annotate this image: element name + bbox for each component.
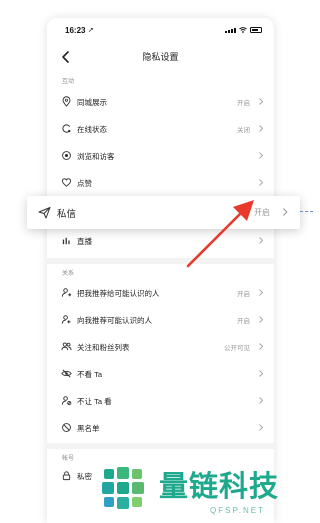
chevron-right-icon xyxy=(259,152,264,159)
row-label: 不让 Ta 看 xyxy=(77,397,112,406)
status-time: 16:23 xyxy=(65,26,86,35)
chevron-right-icon xyxy=(259,98,264,105)
location-icon xyxy=(62,96,71,107)
row-value: 开启 xyxy=(237,318,250,325)
paper-plane-icon xyxy=(38,207,51,219)
blocked-icon xyxy=(62,423,71,432)
row-value: 公开可见 xyxy=(224,345,250,352)
chevron-right-icon xyxy=(259,289,264,296)
row-label: 把我推荐给可能认识的人 xyxy=(77,289,160,298)
eye-off-icon xyxy=(61,369,72,378)
chevron-right-icon xyxy=(259,125,264,132)
chevron-right-icon xyxy=(283,208,288,216)
row-label: 私信 xyxy=(57,209,77,220)
section-label-account: 帐号 xyxy=(62,456,75,462)
users-icon xyxy=(61,342,72,351)
phone-screen: 16:23 ➚ 隐私设置 互动 同城展示 开启 在线状态 关闭 浏览和访客 点赞… xyxy=(47,18,274,523)
row-value: 开启 xyxy=(237,291,250,298)
status-bar: 16:23 ➚ xyxy=(47,18,274,38)
row-recommend-to-me[interactable]: 向我推荐可能认识的人 开启 xyxy=(47,306,274,333)
row-value: 开启 xyxy=(254,208,270,217)
row-label: 同城展示 xyxy=(77,98,107,107)
dashed-connector xyxy=(300,211,313,212)
row-live[interactable]: 直播 xyxy=(47,227,274,254)
row-label: 直播 xyxy=(77,237,92,246)
lock-icon xyxy=(62,471,71,481)
row-label: 向我推荐可能认识的人 xyxy=(77,316,152,325)
page-title: 隐私设置 xyxy=(142,52,179,62)
row-label: 浏览和访客 xyxy=(77,152,115,161)
row-follow-fans-list[interactable]: 关注和粉丝列表 公开可见 xyxy=(47,333,274,360)
brand-logo-icon xyxy=(102,467,144,509)
chevron-right-icon xyxy=(259,343,264,350)
cellular-signal-icon xyxy=(225,28,236,33)
row-dont-see[interactable]: 不看 Ta xyxy=(47,360,274,387)
watermark-domain: QFSP.NET xyxy=(210,506,265,515)
watermark-brand: 量链科技 xyxy=(159,471,280,503)
status-icons xyxy=(225,27,262,33)
section-divider xyxy=(47,258,274,264)
chevron-right-icon xyxy=(259,397,264,404)
row-label: 关注和粉丝列表 xyxy=(77,343,130,352)
user-block-icon xyxy=(61,396,72,406)
row-recommend-me[interactable]: 把我推荐给可能认识的人 开启 xyxy=(47,279,274,306)
row-likes[interactable]: 点赞 xyxy=(47,169,274,196)
recommend-to-me-icon xyxy=(61,315,71,324)
row-online-status[interactable]: 在线状态 关闭 xyxy=(47,115,274,142)
chevron-right-icon xyxy=(259,424,264,431)
section-label-relations: 关系 xyxy=(62,271,75,277)
row-label: 黑名单 xyxy=(77,424,100,433)
live-bars-icon xyxy=(62,237,70,245)
chevron-right-icon xyxy=(259,316,264,323)
chevron-right-icon xyxy=(259,237,264,244)
row-label: 点赞 xyxy=(77,179,92,188)
row-blacklist[interactable]: 黑名单 xyxy=(47,414,274,441)
row-dont-let-see[interactable]: 不让 Ta 看 xyxy=(47,387,274,414)
row-value: 开启 xyxy=(237,100,250,107)
row-label: 私密 xyxy=(77,472,92,481)
battery-icon xyxy=(250,27,262,33)
chevron-right-icon xyxy=(259,370,264,377)
eye-icon xyxy=(62,151,71,160)
nav-bar: 隐私设置 xyxy=(47,46,274,68)
row-label: 在线状态 xyxy=(77,125,107,134)
recommend-user-icon xyxy=(61,288,72,297)
watermark: 量链科技 QFSP.NET xyxy=(94,459,313,523)
online-status-icon xyxy=(62,124,71,133)
row-label: 不看 Ta xyxy=(77,370,103,379)
section-label-interaction: 互动 xyxy=(62,79,75,85)
row-browse-visitors[interactable]: 浏览和访客 xyxy=(47,142,274,169)
wifi-icon xyxy=(239,27,247,33)
row-value: 关闭 xyxy=(237,127,250,134)
heart-icon xyxy=(61,178,72,187)
location-arrow-icon: ➚ xyxy=(88,27,94,34)
row-same-city[interactable]: 同城展示 开启 xyxy=(47,88,274,115)
chevron-right-icon xyxy=(259,179,264,186)
row-private-message-highlighted[interactable]: 私信 开启 xyxy=(27,196,300,229)
section-divider xyxy=(47,443,274,449)
